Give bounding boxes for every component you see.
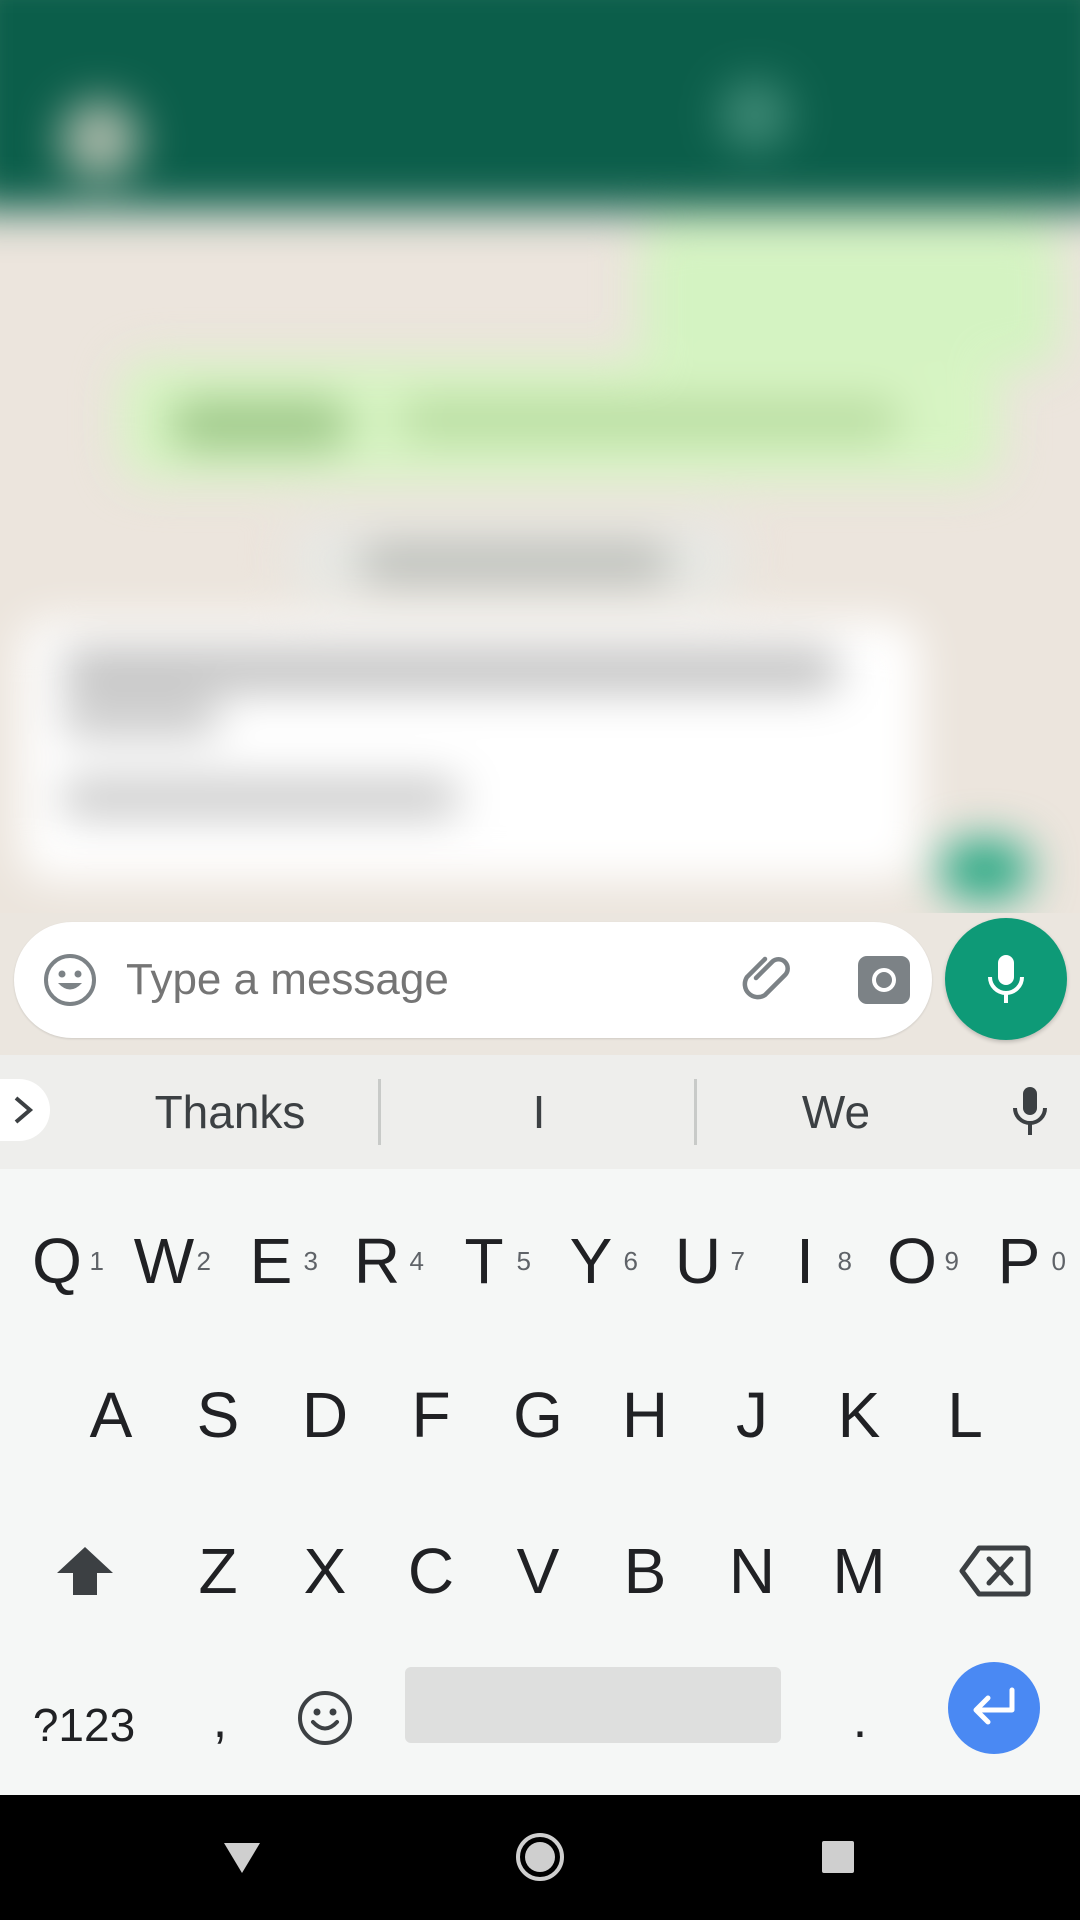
message-composer xyxy=(14,922,932,1038)
camera-icon[interactable] xyxy=(856,952,912,1008)
app-bar xyxy=(0,0,1080,210)
key-o[interactable]: O9 xyxy=(859,1201,965,1321)
soft-keyboard: Thanks I We Q1 W2 E3 R4 T5 Y6 U7 I8 O9 P… xyxy=(0,1055,1080,1795)
message-input[interactable] xyxy=(126,946,716,1014)
voice-input-icon[interactable] xyxy=(1002,1083,1058,1139)
chat-background xyxy=(0,0,1080,1055)
suggestion-word[interactable]: We xyxy=(700,1055,972,1169)
shift-key[interactable] xyxy=(32,1511,138,1631)
key-b[interactable]: B xyxy=(592,1511,698,1631)
key-q[interactable]: Q1 xyxy=(4,1201,110,1321)
key-a[interactable]: A xyxy=(58,1355,164,1475)
key-l[interactable]: L xyxy=(912,1355,1018,1475)
key-i[interactable]: I8 xyxy=(752,1201,858,1321)
key-v[interactable]: V xyxy=(485,1511,591,1631)
suggestion-word[interactable]: I xyxy=(384,1055,694,1169)
key-r[interactable]: R4 xyxy=(324,1201,430,1321)
key-y[interactable]: Y6 xyxy=(538,1201,644,1321)
voice-record-button[interactable] xyxy=(945,918,1067,1040)
key-m[interactable]: M xyxy=(806,1511,912,1631)
key-c[interactable]: C xyxy=(378,1511,484,1631)
period-key[interactable]: . xyxy=(815,1665,905,1785)
key-z[interactable]: Z xyxy=(165,1511,271,1631)
key-e[interactable]: E3 xyxy=(218,1201,324,1321)
key-d[interactable]: D xyxy=(272,1355,378,1475)
backspace-icon xyxy=(959,1545,1031,1597)
key-n[interactable]: N xyxy=(699,1511,805,1631)
key-k[interactable]: K xyxy=(806,1355,912,1475)
key-j[interactable]: J xyxy=(699,1355,805,1475)
suggestion-divider xyxy=(694,1079,697,1145)
symbols-key[interactable]: ?123 xyxy=(14,1665,154,1785)
key-t[interactable]: T5 xyxy=(431,1201,537,1321)
recents-nav-icon[interactable] xyxy=(806,1825,870,1889)
emoji-icon[interactable] xyxy=(42,952,98,1008)
key-h[interactable]: H xyxy=(592,1355,698,1475)
system-nav-bar xyxy=(0,1795,1080,1920)
shift-icon xyxy=(57,1547,113,1595)
key-s[interactable]: S xyxy=(165,1355,271,1475)
enter-icon xyxy=(973,1687,1015,1725)
back-nav-icon[interactable] xyxy=(210,1825,274,1889)
key-p[interactable]: P0 xyxy=(966,1201,1072,1321)
enter-key[interactable] xyxy=(948,1662,1040,1754)
key-w[interactable]: W2 xyxy=(111,1201,217,1321)
attach-icon[interactable] xyxy=(738,948,800,1010)
suggestion-word[interactable]: Thanks xyxy=(80,1055,380,1169)
suggestion-expand-button[interactable] xyxy=(0,1079,50,1141)
emoji-icon xyxy=(298,1691,352,1745)
backspace-key[interactable] xyxy=(940,1511,1050,1631)
key-g[interactable]: G xyxy=(485,1355,591,1475)
suggestion-strip: Thanks I We xyxy=(0,1055,1080,1169)
key-x[interactable]: X xyxy=(272,1511,378,1631)
emoji-key[interactable] xyxy=(280,1665,370,1785)
key-f[interactable]: F xyxy=(378,1355,484,1475)
home-nav-icon[interactable] xyxy=(508,1825,572,1889)
suggestion-divider xyxy=(378,1079,381,1145)
chevron-right-icon xyxy=(14,1096,34,1124)
comma-key[interactable]: , xyxy=(175,1665,265,1785)
key-u[interactable]: U7 xyxy=(645,1201,751,1321)
space-key[interactable] xyxy=(405,1667,781,1743)
microphone-icon xyxy=(988,955,1024,1003)
